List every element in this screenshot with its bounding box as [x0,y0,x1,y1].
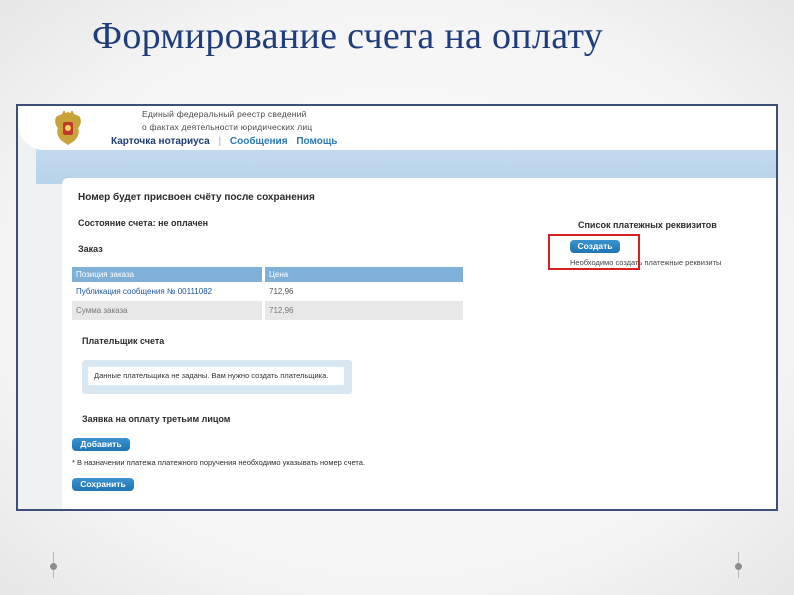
decor-dot-right [735,563,742,570]
table-row: Сумма заказа 712,96 [72,301,466,320]
payer-heading: Плательщик счета [82,336,165,346]
invoice-heading: Номер будет присвоен счёту после сохране… [78,192,315,203]
top-nav: Карточка нотариуса | Сообщения Помощь [111,136,343,147]
third-party-heading: Заявка на оплату третьим лицом [82,414,231,424]
highlight-box [548,234,640,270]
nav-messages[interactable]: Сообщения [230,136,288,147]
slide-title: Формирование счета на оплату [92,15,604,57]
nav-notary-card[interactable]: Карточка нотариуса [111,136,210,147]
requisites-heading: Список платежных реквизитов [578,220,717,230]
order-item-link[interactable]: Публикация сообщения № 00111082 [72,282,265,301]
site-name-line-1: Единый федеральный реестр сведений [142,109,307,119]
site-header: Единый федеральный реестр сведений о фак… [18,106,776,150]
nav-separator: | [218,136,222,147]
coat-of-arms-icon [55,110,81,145]
column-header-position: Позиция заказа [72,267,265,282]
nav-help[interactable]: Помощь [296,136,337,147]
order-table: Позиция заказа Цена Публикация сообщения… [72,267,466,320]
decor-dot-left [50,563,57,570]
order-total-label: Сумма заказа [72,301,265,320]
order-total-value: 712,96 [263,301,466,320]
site-name-line-2: о фактах деятельности юридических лиц [142,122,313,132]
invoice-card: Номер будет присвоен счёту после сохране… [62,178,776,509]
screenshot-frame: Единый федеральный реестр сведений о фак… [16,104,778,511]
column-header-price: Цена [263,267,466,282]
invoice-status: Состояние счета: не оплачен [78,218,209,228]
table-row: Публикация сообщения № 00111082 712,96 [72,282,466,301]
order-heading: Заказ [78,244,103,254]
payment-note: * В назначении платежа платежного поруче… [72,458,366,467]
order-item-price: 712,96 [263,282,466,301]
add-button[interactable]: Добавить [72,438,130,451]
payer-info-text: Данные плательщика не заданы. Вам нужно … [88,367,344,385]
table-header-row: Позиция заказа Цена [72,267,466,282]
payer-info-box: Данные плательщика не заданы. Вам нужно … [82,360,352,394]
save-button[interactable]: Сохранить [72,478,134,491]
